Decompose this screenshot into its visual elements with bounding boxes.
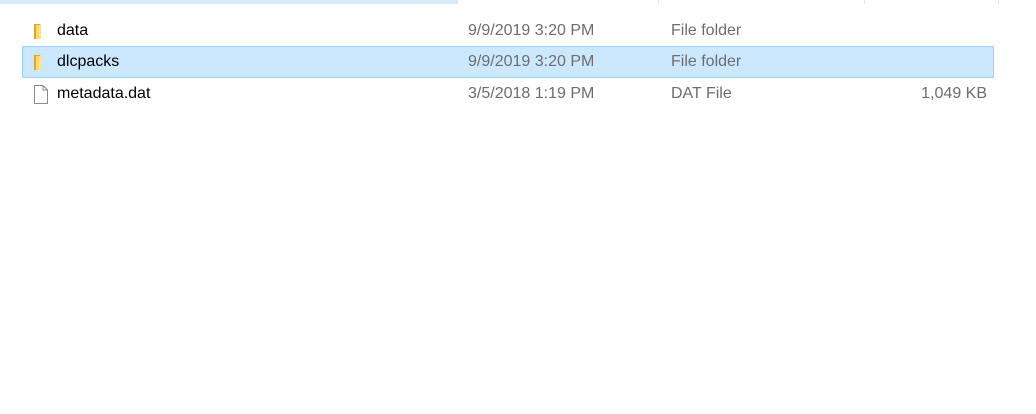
folder-icon	[34, 24, 41, 39]
folder-icon	[34, 55, 41, 70]
file-name: dlcpacks	[57, 53, 120, 70]
file-list-view: data 9/9/2019 3:20 PM File folder dlcpac…	[0, 0, 1036, 414]
file-icon	[34, 85, 48, 104]
column-divider[interactable]	[434, 0, 435, 4]
file-type: File folder	[671, 22, 742, 39]
file-date-modified: 9/9/2019 3:20 PM	[468, 53, 595, 70]
file-date-modified: 9/9/2019 3:20 PM	[468, 22, 595, 39]
file-name: metadata.dat	[57, 85, 151, 102]
file-row-dlcpacks[interactable]: dlcpacks 9/9/2019 3:20 PM File folder	[22, 46, 994, 78]
column-header-hover-strip	[0, 0, 458, 4]
file-date-modified: 3/5/2018 1:19 PM	[468, 85, 595, 102]
file-type: DAT File	[671, 85, 732, 102]
file-name: data	[57, 22, 89, 39]
file-row-metadata[interactable]: metadata.dat 3/5/2018 1:19 PM DAT File 1…	[22, 78, 994, 110]
column-divider[interactable]	[998, 0, 999, 4]
column-divider[interactable]	[658, 0, 659, 4]
file-type: File folder	[671, 53, 742, 70]
file-row-data[interactable]: data 9/9/2019 3:20 PM File folder	[22, 15, 994, 47]
file-size: 1,049 KB	[921, 85, 987, 102]
column-divider[interactable]	[864, 0, 865, 4]
